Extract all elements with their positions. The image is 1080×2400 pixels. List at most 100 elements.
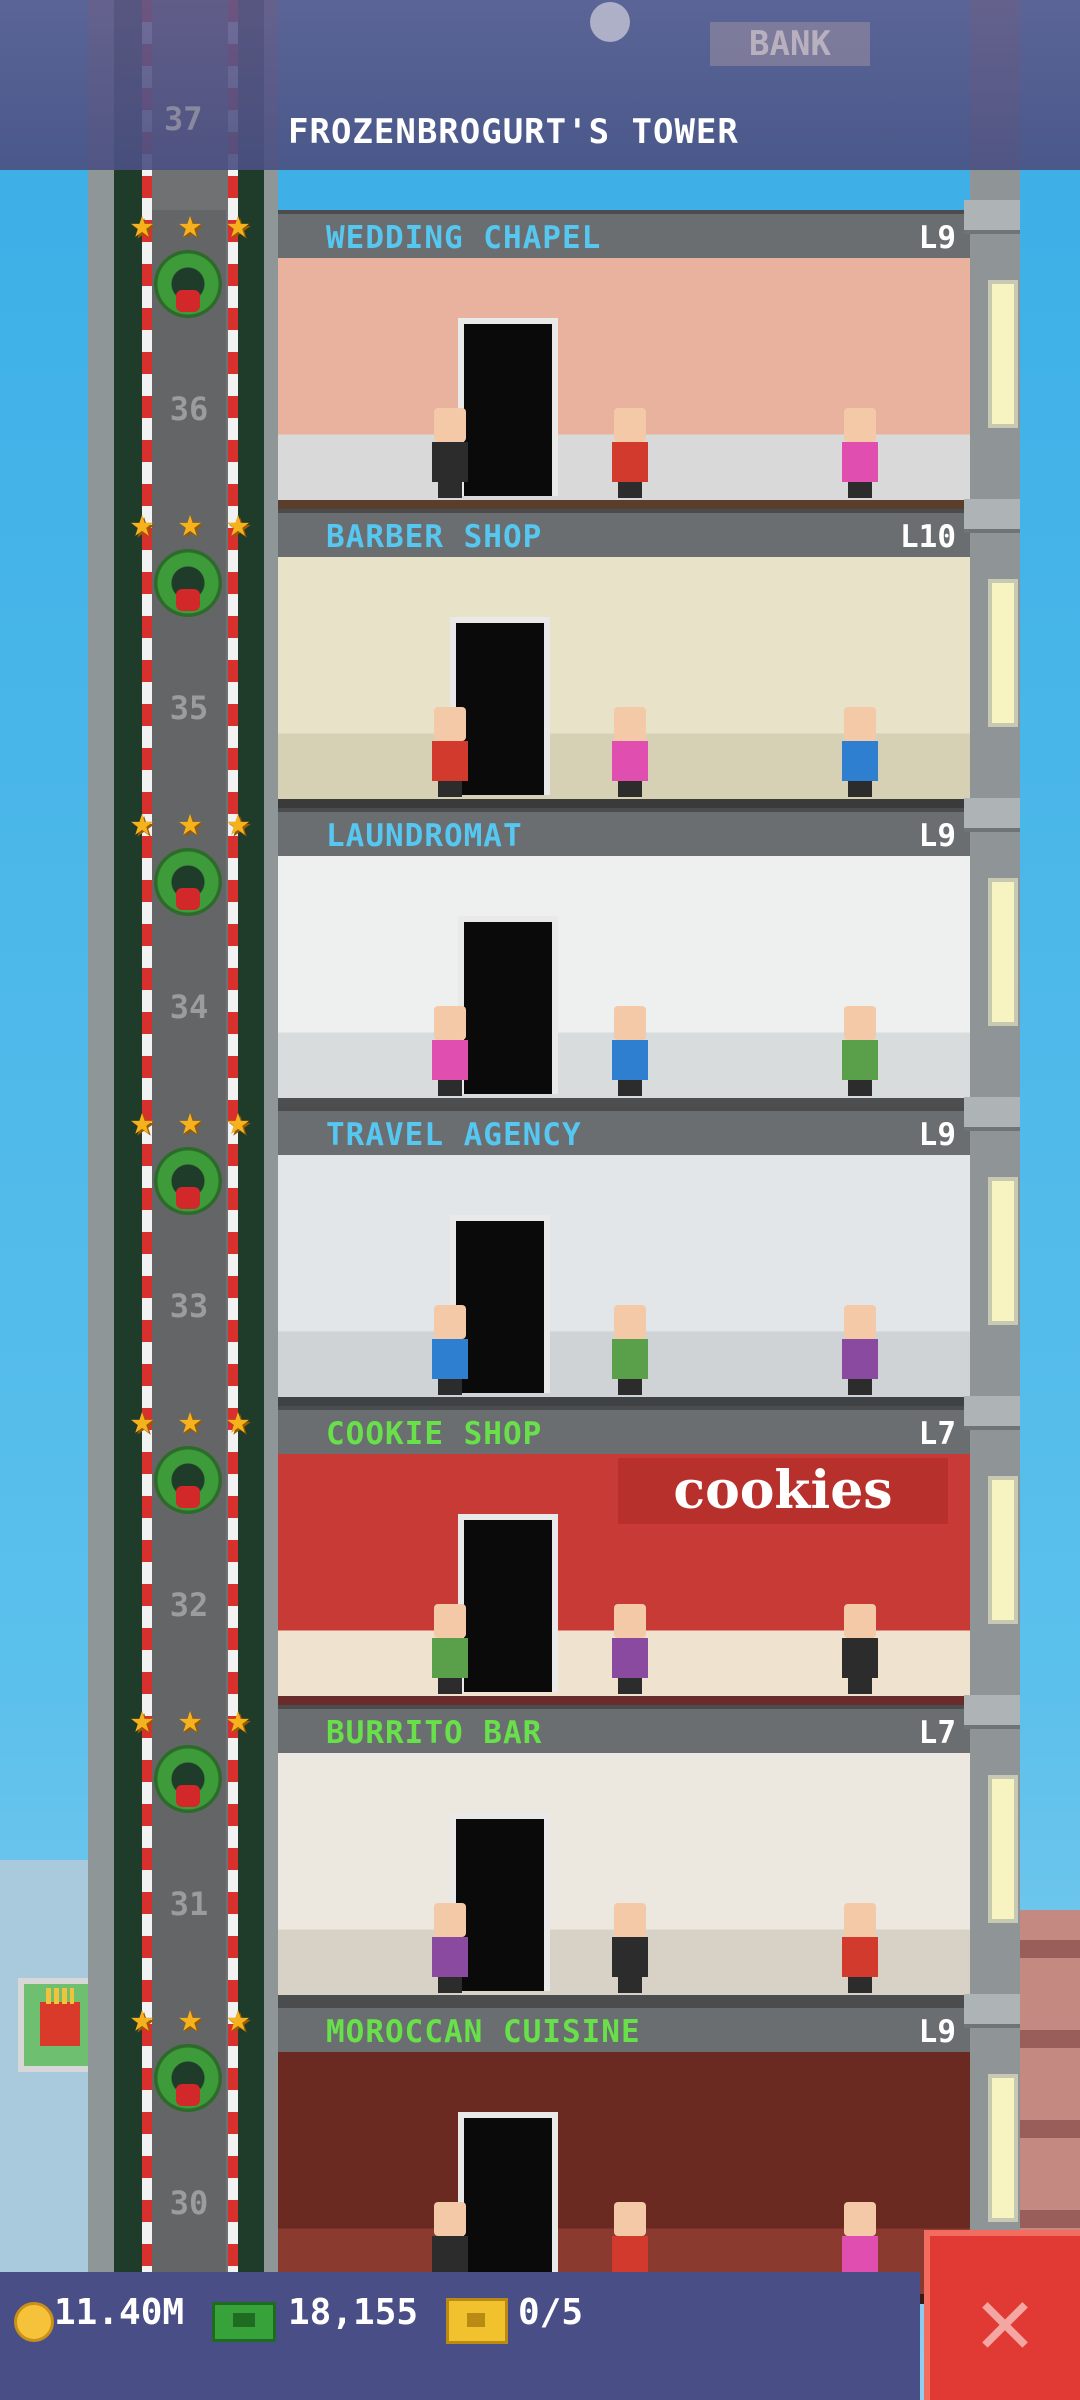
elevator-floor-number: 30 xyxy=(169,2184,209,2222)
floor-34[interactable]: LAUNDROMAT L9 xyxy=(278,808,970,1108)
ticket-icon xyxy=(446,2298,508,2344)
floor-35[interactable]: BARBER SHOP L10 xyxy=(278,509,970,809)
window-light xyxy=(988,1177,1018,1325)
tower-title: FROZENBROGURT'S TOWER xyxy=(288,112,739,152)
floor-name: MOROCCAN CUISINE xyxy=(326,2014,641,2050)
star-icon: ★ xyxy=(177,1397,203,1443)
floor-room[interactable] xyxy=(278,856,970,1108)
elevator-floor-number: 31 xyxy=(169,1885,209,1923)
star-icon: ★ xyxy=(225,1696,251,1742)
bitizen[interactable] xyxy=(838,1903,882,1993)
floor-30[interactable]: MOROCCAN CUISINE L9 xyxy=(278,2004,970,2304)
floor-level: L7 xyxy=(918,1416,956,1452)
floor-label-bar: COOKIE SHOP L7 xyxy=(278,1406,970,1454)
wall-ledge xyxy=(964,1994,1020,2028)
floor-stars: ★ ★ ★ xyxy=(122,503,262,543)
clock-icon xyxy=(590,2,630,42)
bitizen[interactable] xyxy=(608,1305,652,1395)
floor-33[interactable]: TRAVEL AGENCY L9 xyxy=(278,1107,970,1407)
floor-room[interactable] xyxy=(278,557,970,809)
floor-label-bar: BARBER SHOP L10 xyxy=(278,509,970,557)
floor-door xyxy=(458,2112,558,2290)
floor-name: WEDDING CHAPEL xyxy=(326,220,602,256)
floor-level: L9 xyxy=(918,220,956,256)
floor-level: L7 xyxy=(918,1715,956,1751)
wreath-icon xyxy=(154,250,222,318)
floor-door xyxy=(458,916,558,1094)
window-light xyxy=(988,2074,1018,2222)
floor-stars: ★ ★ ★ xyxy=(122,1400,262,1440)
floor-name: BARBER SHOP xyxy=(326,519,543,555)
floor-name: LAUNDROMAT xyxy=(326,818,523,854)
bitizen[interactable] xyxy=(608,1604,652,1694)
wreath-icon xyxy=(154,549,222,617)
floor-room[interactable] xyxy=(278,2052,970,2304)
floor-name: COOKIE SHOP xyxy=(326,1416,543,1452)
star-icon: ★ xyxy=(177,1098,203,1144)
star-icon: ★ xyxy=(225,799,251,845)
bitizen[interactable] xyxy=(428,1604,472,1694)
bitizen[interactable] xyxy=(428,1903,472,1993)
floor-name: TRAVEL AGENCY xyxy=(326,1117,582,1153)
bitizen[interactable] xyxy=(608,408,652,498)
floor-name: BURRITO BAR xyxy=(326,1715,543,1751)
bitizen[interactable] xyxy=(838,1305,882,1395)
star-icon: ★ xyxy=(129,1696,155,1742)
floor-room[interactable]: cookies xyxy=(278,1454,970,1706)
floor-door xyxy=(458,1514,558,1692)
wreath-icon xyxy=(154,2044,222,2112)
floor-room[interactable] xyxy=(278,258,970,510)
floor-room[interactable] xyxy=(278,1753,970,2005)
floor-stars: ★ ★ ★ xyxy=(122,802,262,842)
floor-number-background: 37 xyxy=(164,100,203,138)
floor-level: L9 xyxy=(918,818,956,854)
floor-36[interactable]: WEDDING CHAPEL L9 xyxy=(278,210,970,510)
window-light xyxy=(988,1775,1018,1923)
elevator-floor-number: 34 xyxy=(169,988,209,1026)
coins-value: 11.40M xyxy=(54,2292,185,2333)
top-bar: BANK 37 FROZENBROGURT'S TOWER xyxy=(0,0,1080,170)
floor-32[interactable]: COOKIE SHOP L7 cookies xyxy=(278,1406,970,1706)
tower[interactable]: 36 ★ ★ ★ 35 ★ ★ ★ 34 ★ ★ ★ 33 ★ ★ ★ 32 ★ ★ ★ 31 ★ ★ ★ 30 ★ ★ ★ WEDD… xyxy=(88,0,1020,2304)
star-icon: ★ xyxy=(225,201,251,247)
floor-door xyxy=(458,318,558,496)
bitizen[interactable] xyxy=(838,408,882,498)
floor-label-bar: TRAVEL AGENCY L9 xyxy=(278,1107,970,1155)
bitizen[interactable] xyxy=(608,707,652,797)
elevator-floor-number: 35 xyxy=(169,689,209,727)
bitizen[interactable] xyxy=(428,1006,472,1096)
star-icon: ★ xyxy=(225,1397,251,1443)
wreath-icon xyxy=(154,848,222,916)
bitizen[interactable] xyxy=(428,707,472,797)
star-icon: ★ xyxy=(129,1397,155,1443)
bitizen[interactable] xyxy=(428,1305,472,1395)
bitizen[interactable] xyxy=(608,1006,652,1096)
star-icon: ★ xyxy=(129,500,155,546)
wreath-icon xyxy=(154,1147,222,1215)
floor-stars: ★ ★ ★ xyxy=(122,1998,262,2038)
tickets-value: 0/5 xyxy=(518,2292,584,2333)
window-light xyxy=(988,280,1018,428)
floor-stars: ★ ★ ★ xyxy=(122,1101,262,1141)
window-light xyxy=(988,579,1018,727)
floor-room[interactable] xyxy=(278,1155,970,1407)
bitizen[interactable] xyxy=(838,1604,882,1694)
floor-level: L10 xyxy=(900,519,956,555)
cookies-sign: cookies xyxy=(618,1458,948,1524)
star-icon: ★ xyxy=(177,500,203,546)
star-icon: ★ xyxy=(177,1995,203,2041)
star-icon: ★ xyxy=(177,799,203,845)
floor-level: L9 xyxy=(918,2014,956,2050)
window-light xyxy=(988,878,1018,1026)
floor-31[interactable]: BURRITO BAR L7 xyxy=(278,1705,970,2005)
bitizen[interactable] xyxy=(838,707,882,797)
star-icon: ★ xyxy=(177,1696,203,1742)
bitizen[interactable] xyxy=(608,1903,652,1993)
wreath-icon xyxy=(154,1745,222,1813)
bitizen[interactable] xyxy=(838,1006,882,1096)
star-icon: ★ xyxy=(225,1098,251,1144)
wall-ledge xyxy=(964,1097,1020,1131)
star-icon: ★ xyxy=(177,201,203,247)
bitizen[interactable] xyxy=(428,408,472,498)
close-button[interactable]: ✕ xyxy=(924,2230,1080,2400)
